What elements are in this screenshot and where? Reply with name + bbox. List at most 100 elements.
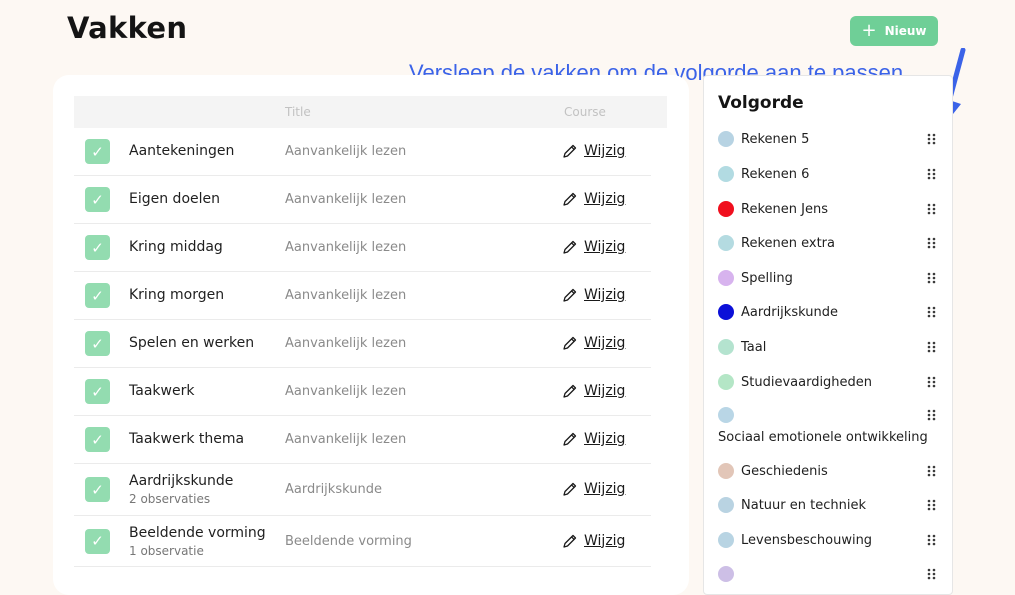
subject-name: Aardrijkskunde bbox=[129, 473, 234, 489]
edit-button[interactable]: Wijzig bbox=[562, 533, 625, 549]
edit-button[interactable]: Wijzig bbox=[562, 335, 625, 351]
edit-label: Wijzig bbox=[584, 191, 626, 207]
pencil-icon bbox=[563, 192, 577, 206]
subject-observations: 1 observatie bbox=[129, 543, 204, 558]
order-item-label: Spelling bbox=[741, 271, 793, 286]
pencil-icon bbox=[563, 144, 577, 158]
check-icon[interactable]: ✓ bbox=[85, 427, 110, 452]
edit-label: Wijzig bbox=[584, 532, 626, 549]
subject-course: Aanvankelijk lezen bbox=[285, 192, 407, 207]
order-item-label: Rekenen 6 bbox=[741, 167, 810, 182]
order-item-label: Levensbeschouwing bbox=[741, 533, 873, 548]
pencil-icon bbox=[563, 432, 577, 446]
table-header: Title Course bbox=[74, 96, 667, 128]
drag-handle-icon[interactable] bbox=[927, 272, 937, 284]
subject-course: Aanvankelijk lezen bbox=[285, 144, 407, 159]
edit-button[interactable]: Wijzig bbox=[562, 481, 625, 497]
column-course: Course bbox=[564, 105, 606, 119]
order-item-label: Aardrijkskunde bbox=[741, 305, 838, 320]
order-item[interactable]: Rekenen 6 bbox=[718, 166, 940, 186]
pencil-icon bbox=[563, 288, 577, 302]
order-item-label: Studievaardigheden bbox=[741, 375, 873, 390]
page-title: Vakken bbox=[67, 11, 188, 45]
table-row: ✓ Aantekeningen Aanvankelijk lezen Wijzi… bbox=[74, 128, 651, 176]
table-row: ✓ Kring morgen Aanvankelijk lezen Wijzig bbox=[74, 272, 651, 320]
edit-button[interactable]: Wijzig bbox=[562, 191, 625, 207]
edit-button[interactable]: Wijzig bbox=[562, 383, 625, 399]
edit-label: Wijzig bbox=[584, 383, 626, 399]
subject-observations: 2 observaties bbox=[129, 492, 211, 506]
new-button-label: Nieuw bbox=[884, 24, 927, 38]
subject-course: Aanvankelijk lezen bbox=[285, 240, 407, 255]
check-icon[interactable]: ✓ bbox=[85, 187, 110, 212]
drag-handle-icon[interactable] bbox=[927, 465, 937, 477]
edit-label: Wijzig bbox=[584, 335, 626, 351]
drag-handle-icon[interactable] bbox=[927, 237, 937, 249]
check-icon[interactable]: ✓ bbox=[85, 528, 110, 554]
order-item[interactable]: Taal bbox=[718, 339, 940, 359]
drag-handle-icon[interactable] bbox=[927, 133, 937, 145]
color-dot bbox=[718, 201, 734, 217]
drag-handle-icon[interactable] bbox=[927, 409, 937, 421]
check-icon[interactable]: ✓ bbox=[85, 283, 110, 308]
new-button[interactable]: + Nieuw bbox=[850, 16, 938, 46]
order-item[interactable]: Sociaal emotionele ontwikkeling bbox=[718, 407, 940, 445]
check-icon[interactable]: ✓ bbox=[85, 139, 110, 164]
order-item[interactable]: Studievaardigheden bbox=[718, 374, 940, 394]
check-icon[interactable]: ✓ bbox=[85, 379, 110, 404]
order-item-label: Rekenen extra bbox=[741, 236, 835, 251]
drag-handle-icon[interactable] bbox=[927, 203, 937, 215]
check-icon[interactable]: ✓ bbox=[85, 477, 110, 502]
edit-button[interactable]: Wijzig bbox=[562, 143, 625, 159]
check-icon[interactable]: ✓ bbox=[85, 235, 110, 260]
check-icon[interactable]: ✓ bbox=[85, 331, 110, 356]
drag-handle-icon[interactable] bbox=[927, 168, 937, 180]
pencil-icon bbox=[563, 384, 577, 398]
table-row: ✓ Taakwerk thema Aanvankelijk lezen Wijz… bbox=[74, 416, 651, 464]
subject-course: Aanvankelijk lezen bbox=[285, 288, 407, 303]
subject-name: Eigen doelen bbox=[129, 191, 220, 207]
drag-handle-icon[interactable] bbox=[927, 306, 937, 318]
pencil-icon bbox=[563, 240, 577, 254]
drag-handle-icon[interactable] bbox=[927, 534, 937, 546]
edit-button[interactable]: Wijzig bbox=[562, 239, 625, 255]
order-item-label: Geschiedenis bbox=[741, 464, 828, 479]
order-title: Volgorde bbox=[718, 93, 804, 113]
drag-handle-icon[interactable] bbox=[927, 376, 937, 388]
order-item[interactable]: Levensbeschouwing bbox=[718, 532, 940, 552]
order-panel bbox=[703, 75, 953, 595]
order-item[interactable]: Aardrijkskunde bbox=[718, 304, 940, 324]
edit-button[interactable]: Wijzig bbox=[562, 431, 625, 447]
order-item-label: Rekenen Jens bbox=[741, 202, 828, 217]
order-item[interactable]: Rekenen Jens bbox=[718, 201, 940, 221]
order-item[interactable]: Spelling bbox=[718, 270, 940, 290]
edit-button[interactable]: Wijzig bbox=[562, 287, 625, 303]
subject-course: Aanvankelijk lezen bbox=[285, 432, 407, 447]
drag-handle-icon[interactable] bbox=[927, 341, 937, 353]
subject-name: Kring morgen bbox=[129, 287, 225, 303]
subject-name: Taakwerk thema bbox=[129, 431, 245, 447]
subject-name: Beeldende vorming bbox=[129, 524, 266, 541]
edit-label: Wijzig bbox=[584, 431, 626, 447]
table-row: ✓ Spelen en werken Aanvankelijk lezen Wi… bbox=[74, 320, 651, 368]
subject-course: Aanvankelijk lezen bbox=[285, 384, 407, 399]
subject-course: Aardrijkskunde bbox=[285, 482, 382, 497]
order-item-label: Taal bbox=[741, 340, 767, 355]
drag-handle-icon[interactable] bbox=[927, 499, 937, 511]
color-dot bbox=[718, 166, 734, 182]
color-dot bbox=[718, 497, 734, 513]
order-item-label: Rekenen 5 bbox=[741, 132, 810, 147]
order-item[interactable]: Rekenen 5 bbox=[718, 131, 940, 151]
pencil-icon bbox=[563, 482, 577, 496]
order-item[interactable]: Natuur en techniek bbox=[718, 497, 940, 517]
order-item[interactable]: Rekenen extra bbox=[718, 235, 940, 255]
subject-course: Aanvankelijk lezen bbox=[285, 336, 407, 351]
edit-label: Wijzig bbox=[584, 481, 626, 497]
subject-course: Beeldende vorming bbox=[285, 533, 412, 549]
color-dot bbox=[718, 270, 734, 286]
table-row: ✓ Kring middag Aanvankelijk lezen Wijzig bbox=[74, 224, 651, 272]
color-dot bbox=[718, 339, 734, 355]
order-item[interactable] bbox=[718, 566, 940, 586]
order-item[interactable]: Geschiedenis bbox=[718, 463, 940, 483]
edit-label: Wijzig bbox=[584, 239, 626, 255]
